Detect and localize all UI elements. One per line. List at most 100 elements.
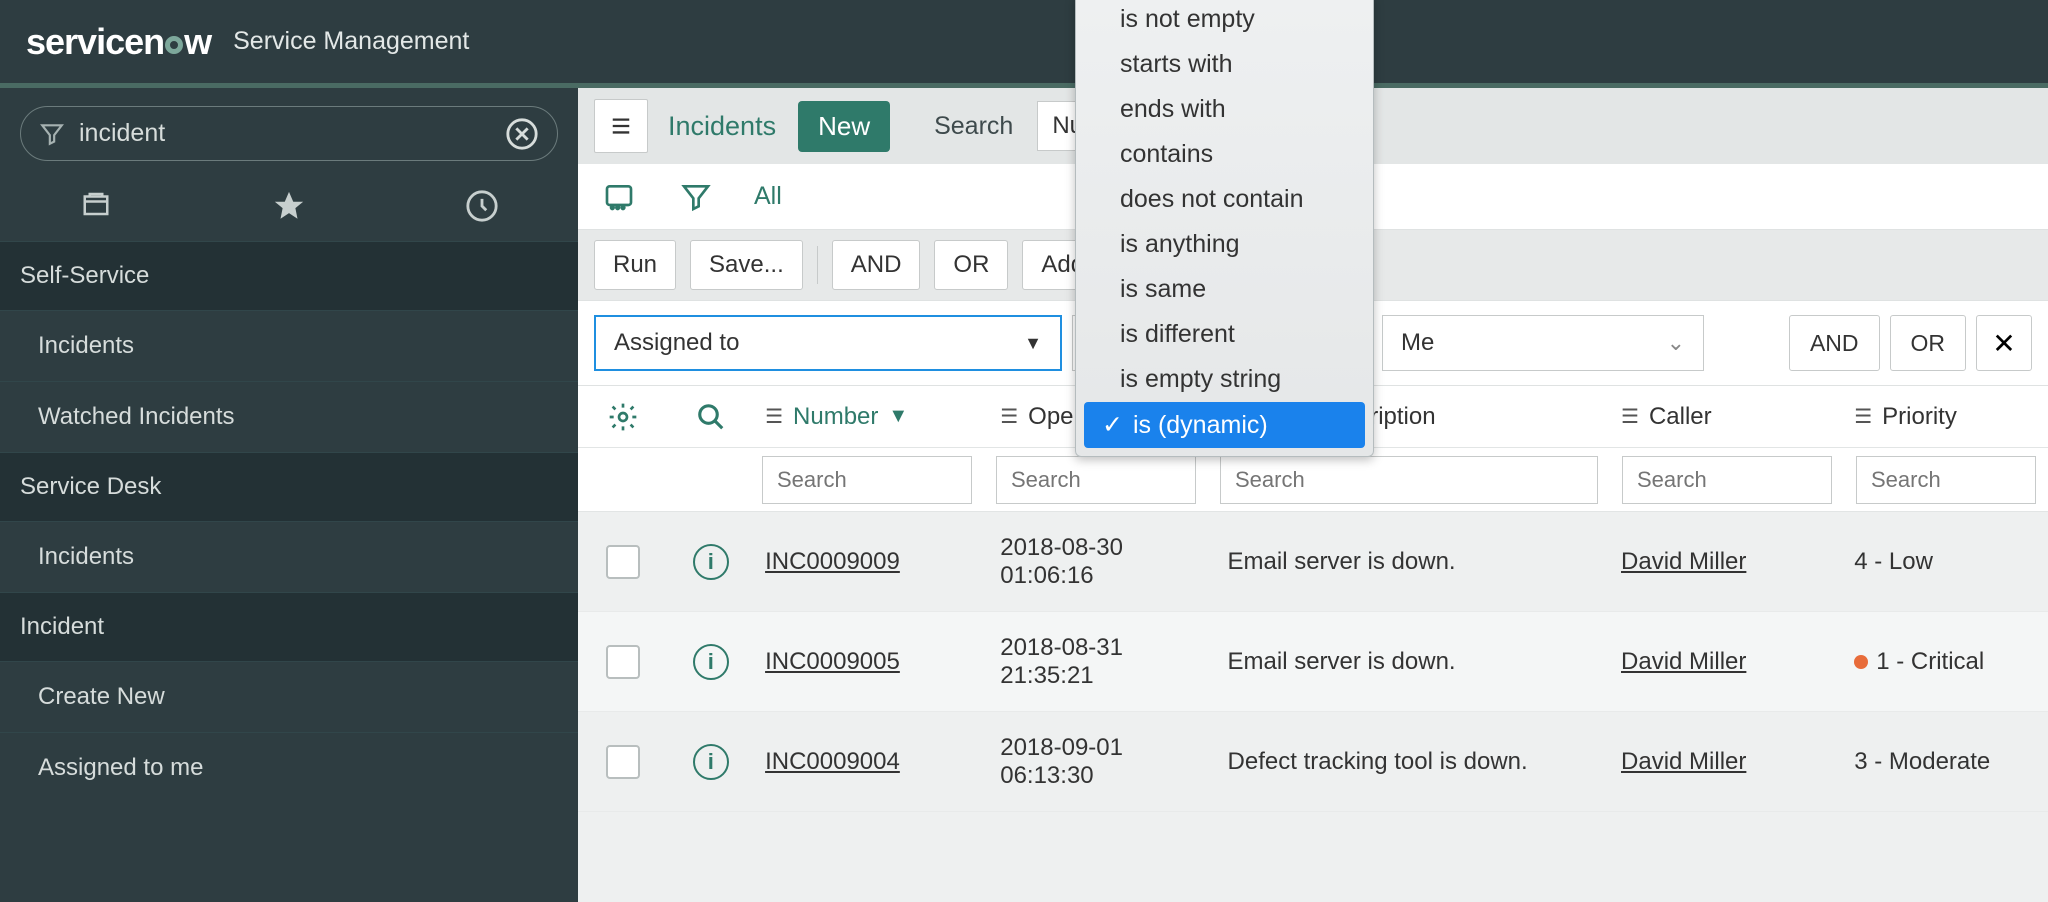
save-button[interactable]: Save... — [690, 240, 803, 290]
dropdown-option-selected[interactable]: is (dynamic) — [1084, 402, 1365, 448]
sidebar-tabs — [0, 179, 578, 241]
applications-tab-icon[interactable] — [79, 189, 113, 223]
caller-link[interactable]: David Miller — [1621, 648, 1746, 676]
search-caller-input[interactable] — [1622, 456, 1832, 504]
menu-icon: ☰ — [1854, 404, 1872, 429]
table-row: i INC0009004 2018-09-0106:13:30 Defect trac… — [578, 712, 2048, 812]
caller-link[interactable]: David Miller — [1621, 748, 1746, 776]
incident-number-link[interactable]: INC0009005 — [765, 648, 900, 676]
table-search-row — [578, 448, 2048, 512]
nav-item[interactable]: Incidents — [0, 310, 578, 381]
dropdown-option[interactable]: is different — [1076, 312, 1373, 357]
logo-o-icon — [165, 36, 183, 54]
table-row: i INC0009009 2018-08-3001:06:16 Email serve… — [578, 512, 2048, 612]
caller-link[interactable]: David Miller — [1621, 548, 1746, 576]
logo-suffix: w — [184, 21, 211, 63]
search-priority-input[interactable] — [1856, 456, 2036, 504]
dropdown-option[interactable]: is anything — [1076, 222, 1373, 267]
logo-prefix: servicen — [26, 21, 164, 63]
nav-item[interactable]: Incidents — [0, 521, 578, 592]
priority-value: 3 - Moderate — [1854, 748, 1990, 776]
critical-dot-icon — [1854, 655, 1868, 669]
dropdown-option[interactable]: ends with — [1076, 87, 1373, 132]
favorites-tab-icon[interactable] — [272, 189, 306, 223]
operator-dropdown[interactable]: is not emptystarts withends withcontains… — [1075, 0, 1374, 457]
or-button[interactable]: OR — [934, 240, 1008, 290]
row-checkbox[interactable] — [606, 745, 640, 779]
sidebar: Self-ServiceIncidentsWatched IncidentsSe… — [0, 88, 578, 902]
incident-number-link[interactable]: INC0009004 — [765, 748, 900, 776]
preview-icon[interactable]: i — [693, 644, 729, 680]
opened-value: 2018-08-3121:35:21 — [1000, 634, 1123, 690]
dropdown-option[interactable]: is not empty — [1076, 0, 1373, 42]
search-label: Search — [934, 112, 1013, 141]
close-icon: ✕ — [1992, 327, 2015, 360]
nav-item[interactable]: Assigned to me — [0, 732, 578, 803]
search-opened-input[interactable] — [996, 456, 1196, 504]
row-checkbox[interactable] — [606, 545, 640, 579]
expr-remove-button[interactable]: ✕ — [1976, 315, 2032, 371]
short-desc-value: Email server is down. — [1228, 648, 1456, 676]
clear-filter-icon[interactable] — [505, 117, 539, 151]
run-button[interactable]: Run — [594, 240, 676, 290]
priority-value: 4 - Low — [1854, 548, 1933, 576]
filter-field-value: Assigned to — [614, 329, 739, 357]
short-desc-value: Defect tracking tool is down. — [1228, 748, 1528, 776]
chevron-down-icon: ⌄ — [1667, 330, 1685, 356]
opened-value: 2018-08-3001:06:16 — [1000, 534, 1123, 590]
app-header: servicen w Service Management — [0, 0, 2048, 83]
filter-icon — [39, 121, 65, 147]
breadcrumb-all[interactable]: All — [754, 182, 782, 211]
new-button[interactable]: New — [798, 101, 890, 152]
search-number-input[interactable] — [762, 456, 972, 504]
dropdown-option[interactable]: contains — [1076, 132, 1373, 177]
separator — [817, 246, 818, 284]
nav-group[interactable]: Incident — [0, 592, 578, 661]
short-desc-value: Email server is down. — [1228, 548, 1456, 576]
activity-stream-icon[interactable] — [600, 181, 638, 213]
table-body: i INC0009009 2018-08-3001:06:16 Email serve… — [578, 512, 2048, 812]
incident-number-link[interactable]: INC0009009 — [765, 548, 900, 576]
filter-value-select[interactable]: Me ⌄ — [1382, 315, 1704, 371]
nav: Self-ServiceIncidentsWatched IncidentsSe… — [0, 241, 578, 803]
nav-group[interactable]: Service Desk — [0, 452, 578, 521]
table-row: i INC0009005 2018-08-3121:35:21 Email serve… — [578, 612, 2048, 712]
list-title: Incidents — [668, 111, 776, 142]
dropdown-option[interactable]: is same — [1076, 267, 1373, 312]
history-tab-icon[interactable] — [465, 189, 499, 223]
dropdown-option[interactable]: starts with — [1076, 42, 1373, 87]
column-caller[interactable]: ☰ Caller — [1609, 403, 1842, 431]
header-search-icon[interactable] — [668, 402, 753, 432]
priority-value: 1 - Critical — [1854, 648, 1984, 676]
nav-group[interactable]: Self-Service — [0, 241, 578, 310]
filter-toggle-icon[interactable] — [680, 181, 712, 213]
nav-item[interactable]: Watched Incidents — [0, 381, 578, 452]
dropdown-option[interactable]: is empty string — [1076, 357, 1373, 402]
expr-and-button[interactable]: AND — [1789, 315, 1880, 371]
column-priority[interactable]: ☰ Priority — [1842, 403, 2048, 431]
caret-down-icon: ▼ — [1024, 333, 1042, 354]
col-number-label: Number — [793, 403, 878, 431]
menu-icon: ☰ — [765, 404, 783, 429]
expr-right-buttons: AND OR ✕ — [1789, 315, 2032, 371]
personalize-columns-button[interactable] — [578, 401, 668, 433]
sidebar-filter-input[interactable] — [79, 119, 505, 148]
expr-or-button[interactable]: OR — [1890, 315, 1967, 371]
preview-icon[interactable]: i — [693, 544, 729, 580]
sort-desc-icon: ▼ — [888, 405, 908, 428]
column-number[interactable]: ☰ Number ▼ — [753, 403, 988, 431]
nav-item[interactable]: Create New — [0, 661, 578, 732]
col-priority-label: Priority — [1882, 403, 1957, 431]
filter-value-text: Me — [1401, 329, 1434, 357]
and-button[interactable]: AND — [832, 240, 921, 290]
search-desc-input[interactable] — [1220, 456, 1598, 504]
opened-value: 2018-09-0106:13:30 — [1000, 734, 1123, 790]
sidebar-search[interactable] — [20, 106, 558, 161]
filter-field-select[interactable]: Assigned to ▼ — [594, 315, 1062, 371]
row-checkbox[interactable] — [606, 645, 640, 679]
dropdown-option[interactable]: does not contain — [1076, 177, 1373, 222]
list-menu-button[interactable] — [594, 99, 648, 153]
sidebar-search-wrap — [0, 88, 578, 179]
app-subtitle: Service Management — [233, 27, 469, 56]
preview-icon[interactable]: i — [693, 744, 729, 780]
